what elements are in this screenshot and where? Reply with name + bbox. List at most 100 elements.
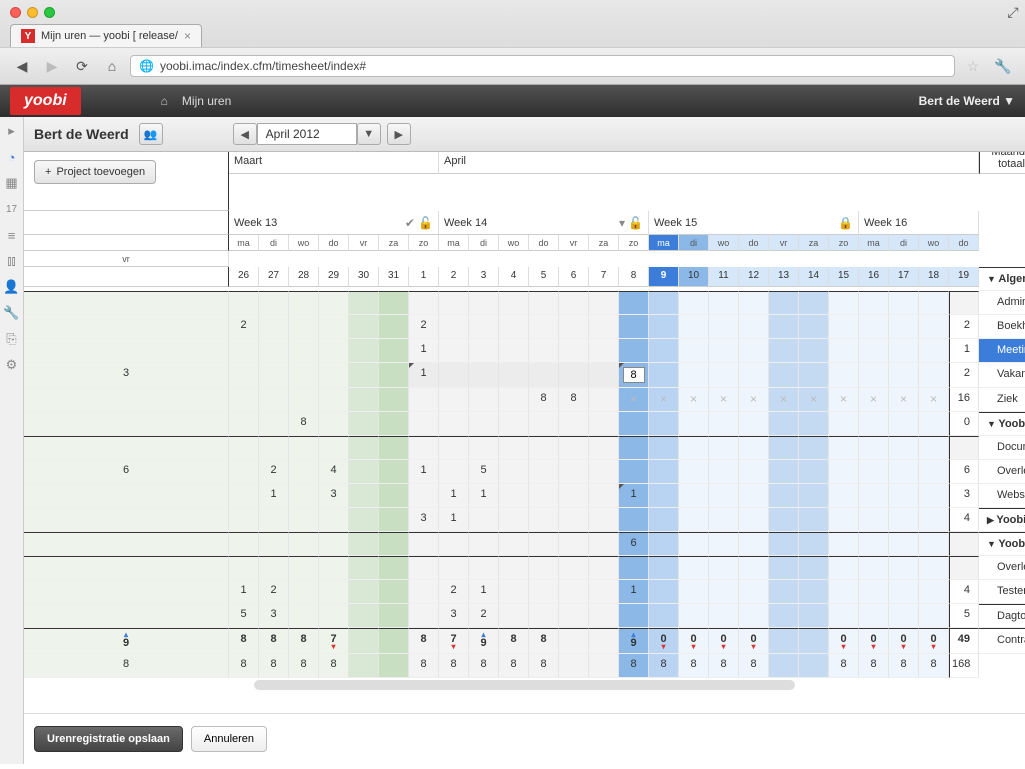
home-button[interactable]: ⌂	[100, 54, 124, 78]
hour-cell[interactable]	[499, 339, 529, 363]
link-icon[interactable]: ⎘	[4, 331, 20, 347]
hour-cell[interactable]	[769, 532, 799, 556]
hour-cell[interactable]	[619, 508, 649, 532]
horizontal-scrollbar[interactable]	[254, 680, 795, 690]
hour-cell[interactable]	[679, 580, 709, 604]
hour-cell[interactable]: 6	[619, 532, 649, 556]
hour-cell[interactable]	[619, 460, 649, 484]
date-header[interactable]: 27	[259, 267, 289, 287]
hour-cell[interactable]	[559, 580, 589, 604]
hour-cell[interactable]	[739, 315, 769, 339]
hour-cell[interactable]	[559, 460, 589, 484]
hour-cell[interactable]: ×	[619, 388, 649, 412]
hour-cell[interactable]	[559, 412, 589, 436]
hour-cell[interactable]	[649, 339, 679, 363]
hour-cell[interactable]	[24, 388, 229, 412]
hour-cell[interactable]: ×	[769, 388, 799, 412]
url-field[interactable]: 🌐 yoobi.imac/index.cfm/timesheet/index#	[130, 55, 955, 77]
hour-cell[interactable]: 2	[259, 460, 289, 484]
hour-cell[interactable]	[919, 460, 949, 484]
hour-cell[interactable]	[769, 580, 799, 604]
date-header[interactable]: 15	[829, 267, 859, 287]
hour-cell[interactable]	[409, 604, 439, 628]
hour-cell[interactable]	[649, 315, 679, 339]
hour-cell[interactable]	[349, 604, 379, 628]
date-header[interactable]: 19	[949, 267, 979, 287]
hour-cell[interactable]	[769, 363, 799, 388]
hour-cell[interactable]	[919, 508, 949, 532]
hour-cell[interactable]	[24, 532, 229, 556]
group-row[interactable]: Yoobi - Marketing	[979, 412, 1025, 436]
hour-cell[interactable]	[709, 580, 739, 604]
hour-cell[interactable]	[889, 315, 919, 339]
hour-cell[interactable]: 2	[469, 604, 499, 628]
hour-cell[interactable]: 1	[409, 460, 439, 484]
date-header[interactable]: 7	[589, 267, 619, 287]
hour-cell[interactable]	[739, 604, 769, 628]
hour-cell[interactable]: 6	[24, 460, 229, 484]
hour-cell[interactable]: 1	[409, 339, 439, 363]
date-header[interactable]: 1	[409, 267, 439, 287]
hour-cell[interactable]	[259, 412, 289, 436]
rail-collapse-icon[interactable]: ▸	[4, 123, 20, 139]
hour-cell[interactable]: 2	[439, 580, 469, 604]
hour-cell[interactable]: 8	[559, 388, 589, 412]
hour-cell[interactable]	[24, 339, 229, 363]
hour-input[interactable]	[623, 367, 645, 383]
hour-cell[interactable]	[829, 339, 859, 363]
date-header[interactable]: 12	[739, 267, 769, 287]
hour-cell[interactable]: 3	[24, 363, 229, 388]
hour-cell[interactable]	[379, 363, 409, 388]
hour-cell[interactable]	[439, 388, 469, 412]
hour-cell[interactable]	[529, 339, 559, 363]
hour-cell[interactable]	[529, 484, 559, 508]
hour-cell[interactable]: 1	[439, 508, 469, 532]
hour-cell[interactable]	[619, 604, 649, 628]
unlock-icon[interactable]: 🔓	[628, 216, 643, 230]
date-header[interactable]: 2	[439, 267, 469, 287]
hour-cell[interactable]	[769, 460, 799, 484]
hour-cell[interactable]	[24, 412, 229, 436]
hour-cell[interactable]	[559, 339, 589, 363]
hour-cell[interactable]	[349, 532, 379, 556]
hour-cell[interactable]: 1	[469, 484, 499, 508]
date-header[interactable]: 18	[919, 267, 949, 287]
hour-cell[interactable]	[679, 412, 709, 436]
hour-cell[interactable]	[919, 315, 949, 339]
grid-icon[interactable]: ▦	[4, 175, 20, 191]
hour-cell[interactable]	[589, 604, 619, 628]
hour-cell[interactable]	[289, 339, 319, 363]
hour-cell[interactable]	[679, 460, 709, 484]
hour-cell[interactable]	[709, 315, 739, 339]
hour-cell[interactable]	[829, 604, 859, 628]
hour-cell[interactable]	[829, 412, 859, 436]
hour-cell[interactable]	[439, 315, 469, 339]
hour-cell[interactable]	[349, 580, 379, 604]
hour-cell[interactable]	[619, 315, 649, 339]
hour-cell[interactable]	[709, 339, 739, 363]
hour-cell[interactable]	[319, 580, 349, 604]
hour-cell[interactable]	[589, 484, 619, 508]
hour-cell[interactable]	[829, 508, 859, 532]
hour-cell[interactable]: ×	[919, 388, 949, 412]
hour-cell[interactable]	[499, 580, 529, 604]
hour-cell[interactable]	[919, 580, 949, 604]
hour-cell[interactable]	[649, 508, 679, 532]
calendar-icon[interactable]: 17	[4, 201, 20, 217]
hour-cell[interactable]	[619, 363, 649, 388]
hour-cell[interactable]	[349, 484, 379, 508]
hour-cell[interactable]	[889, 363, 919, 388]
hour-cell[interactable]	[859, 460, 889, 484]
hour-cell[interactable]: 4	[319, 460, 349, 484]
hour-cell[interactable]	[859, 412, 889, 436]
hour-cell[interactable]	[229, 412, 259, 436]
minimize-window-icon[interactable]	[27, 7, 38, 18]
hour-cell[interactable]	[469, 532, 499, 556]
hour-cell[interactable]	[469, 315, 499, 339]
hour-cell[interactable]	[799, 363, 829, 388]
hour-cell[interactable]: ×	[799, 388, 829, 412]
hour-cell[interactable]	[739, 532, 769, 556]
hour-cell[interactable]	[679, 484, 709, 508]
hour-cell[interactable]	[409, 580, 439, 604]
hour-cell[interactable]	[439, 532, 469, 556]
